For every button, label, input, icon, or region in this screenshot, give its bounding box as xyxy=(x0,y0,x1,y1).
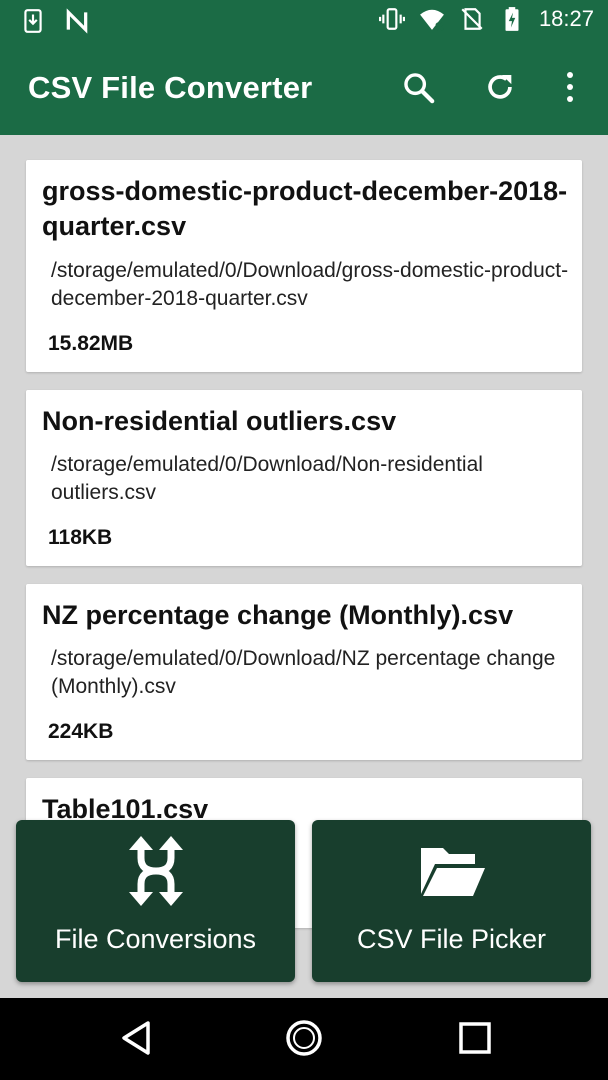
n-notification-icon xyxy=(66,8,88,34)
status-time: 18:27 xyxy=(538,6,594,31)
home-icon[interactable] xyxy=(284,1018,324,1058)
file-card[interactable]: Non-residential outliers.csv /storage/em… xyxy=(26,390,582,566)
file-size: 118KB xyxy=(48,526,113,549)
file-name: Non-residential outliers.csv xyxy=(42,406,397,436)
swap-arrows-icon xyxy=(128,836,183,906)
csv-file-picker-button[interactable]: CSV File Picker xyxy=(312,820,591,982)
status-bar: 18:27 xyxy=(0,0,608,42)
folder-open-icon xyxy=(420,848,485,896)
navigation-bar xyxy=(0,998,608,1080)
file-conversions-label: File Conversions xyxy=(54,924,257,954)
file-name: gross-domestic-product-december-2018-qua… xyxy=(42,176,568,241)
vibrate-icon xyxy=(378,8,405,30)
download-notification-icon xyxy=(24,9,42,33)
csv-file-picker-label: CSV File Picker xyxy=(356,924,547,954)
file-conversions-button[interactable]: File Conversions xyxy=(16,820,295,982)
file-size: 15.82MB xyxy=(48,332,134,355)
file-card[interactable]: NZ percentage change (Monthly).csv /stor… xyxy=(26,584,582,760)
app-title: CSV File Converter xyxy=(28,70,313,105)
back-icon[interactable] xyxy=(118,1018,158,1058)
battery-charging-icon xyxy=(505,7,519,31)
refresh-icon[interactable] xyxy=(483,70,517,104)
file-size: 224KB xyxy=(48,720,114,743)
wifi-icon xyxy=(420,9,444,31)
app-bar: CSV File Converter xyxy=(0,42,608,135)
file-card[interactable]: gross-domestic-product-december-2018-qua… xyxy=(26,160,582,372)
no-sim-icon xyxy=(461,8,483,30)
file-path: /storage/emulated/0/Download/NZ percenta… xyxy=(51,647,556,698)
search-icon[interactable] xyxy=(401,70,435,104)
file-path: /storage/emulated/0/Download/gross-domes… xyxy=(51,259,569,310)
file-path: /storage/emulated/0/Download/Non-residen… xyxy=(51,453,483,504)
more-vert-icon[interactable] xyxy=(558,70,582,104)
recent-apps-icon[interactable] xyxy=(455,1018,495,1058)
file-name: NZ percentage change (Monthly).csv xyxy=(42,600,514,630)
